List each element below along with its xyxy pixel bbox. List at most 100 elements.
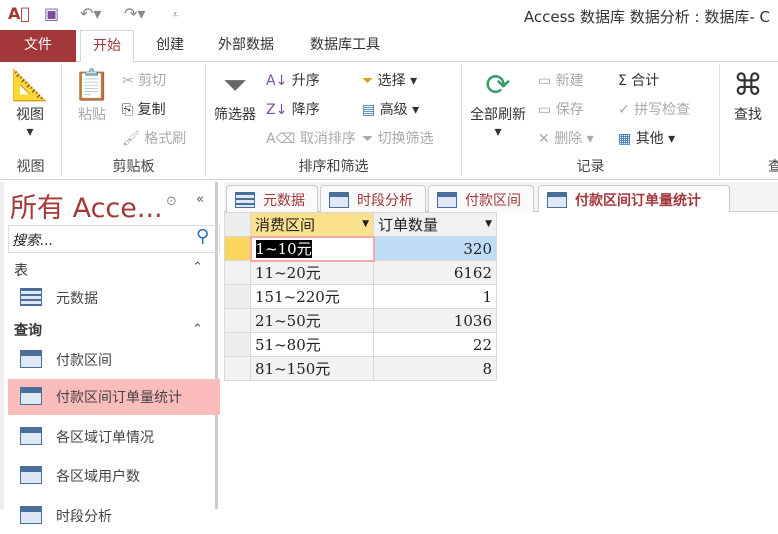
filter-label: 筛选器 xyxy=(214,107,256,123)
cell[interactable]: 8 xyxy=(373,356,497,381)
section-label: 表 xyxy=(14,263,28,279)
tab-home[interactable]: 开始 xyxy=(80,30,134,63)
tab-external-data[interactable]: 外部数据 xyxy=(206,30,286,62)
delete-button[interactable]: ✕ 删除 ▾ xyxy=(538,128,594,148)
cell[interactable]: 51~80元 xyxy=(250,332,374,357)
find-button[interactable]: ⌘ 查找 xyxy=(726,68,770,124)
cell[interactable]: 1036 xyxy=(373,308,497,333)
select-all-corner[interactable] xyxy=(224,212,251,237)
query-icon xyxy=(437,192,457,208)
sort-desc-label: 降序 xyxy=(291,102,320,118)
row-selector[interactable] xyxy=(224,356,251,381)
group-records: ⟳ 全部刷新 ▾ ▭ 新建 ▭ 保存 ✕ 删除 ▾ Σ 合计 ✓ 拼写检查 ▦ 其他… xyxy=(462,64,720,176)
clear-sort-icon: A⌫ xyxy=(266,131,300,147)
table-icon xyxy=(235,192,255,208)
collapse-section-icon[interactable]: ⌃ xyxy=(192,322,203,337)
doc-tab-shiduan[interactable]: 时段分析 xyxy=(320,185,426,212)
cell[interactable]: 11~20元 xyxy=(250,260,374,285)
copy-button[interactable]: ⎘ 复制 xyxy=(122,99,166,119)
section-tables[interactable]: 表 xyxy=(14,260,28,280)
sort-ascending-button[interactable]: A↓ 升序 xyxy=(266,70,320,90)
spelling-button[interactable]: ✓ 拼写检查 xyxy=(618,99,690,119)
save-icon[interactable]: ▣ xyxy=(44,4,59,23)
format-painter-button[interactable]: 🖌 格式刷 xyxy=(122,128,186,148)
selection-button[interactable]: ⏷ 选择 ▾ xyxy=(362,70,417,90)
row-selector[interactable] xyxy=(224,308,251,333)
cell[interactable]: 151~220元 xyxy=(250,284,374,309)
save-record-icon: ▭ xyxy=(538,102,556,118)
tab-label: 元数据 xyxy=(263,193,305,209)
nav-menu-icon[interactable]: ⊙ xyxy=(166,194,177,209)
nav-pane-title[interactable]: 所有 Acce... xyxy=(10,186,163,225)
collapse-section-icon[interactable]: ⌃ xyxy=(192,260,203,275)
cell[interactable]: 22 xyxy=(373,332,497,357)
format-painter-label: 格式刷 xyxy=(144,131,187,147)
more-label: 其他 xyxy=(635,131,664,147)
cut-button[interactable]: ✂ 剪切 xyxy=(122,70,166,90)
save-record-button[interactable]: ▭ 保存 xyxy=(538,99,584,119)
group-find: ⌘ 查找 查 xyxy=(720,64,778,176)
query-icon xyxy=(20,387,42,405)
cell[interactable]: 6162 xyxy=(373,260,497,285)
datasheet-table: 消费区间 ▼ 订单数量 ▼ 1~10元 320 11~20元 6162 151~220元… xyxy=(224,212,497,381)
row-selector[interactable] xyxy=(224,260,251,285)
cell[interactable]: 1~10元 xyxy=(249,235,375,262)
query-icon xyxy=(20,466,42,484)
view-label: 视图 xyxy=(16,107,44,123)
paste-button[interactable]: 📋 粘贴 xyxy=(70,68,114,124)
cell[interactable]: 21~50元 xyxy=(250,308,374,333)
view-button[interactable]: 📐 视图 ▾ xyxy=(8,68,52,140)
section-label: 查询 xyxy=(14,323,42,339)
column-header[interactable]: 订单数量 ▼ xyxy=(373,212,497,237)
copy-icon: ⎘ xyxy=(122,102,138,118)
doc-tab-active[interactable]: 付款区间订单量统计 xyxy=(538,185,730,212)
window-title: Access 数据库 数据分析 : 数据库- C xyxy=(523,8,770,26)
tab-label: 付款区间 xyxy=(465,193,521,209)
nav-item-query[interactable]: 各区域用户数 xyxy=(8,458,220,494)
funnel-icon: ⏷ xyxy=(223,68,247,103)
cell[interactable]: 1 xyxy=(373,284,497,309)
column-header[interactable]: 消费区间 ▼ xyxy=(250,212,374,237)
collapse-pane-icon[interactable]: « xyxy=(196,192,204,207)
cell[interactable]: 320 xyxy=(373,236,497,261)
row-selector[interactable] xyxy=(224,332,251,357)
nav-item-query-selected[interactable]: 付款区间订单量统计 xyxy=(8,379,220,415)
cell[interactable]: 81~150元 xyxy=(250,356,374,381)
nav-item-query[interactable]: 时段分析 xyxy=(8,498,220,534)
dropdown-arrow-icon[interactable]: ▼ xyxy=(362,219,369,229)
sort-descending-button[interactable]: Z↓ 降序 xyxy=(266,99,320,119)
column-label: 消费区间 xyxy=(255,215,316,234)
dropdown-arrow-icon[interactable]: ▼ xyxy=(485,219,492,229)
doc-tab-fukuan[interactable]: 付款区间 xyxy=(428,185,534,212)
doc-tab-yuanshuju[interactable]: 元数据 xyxy=(226,185,318,212)
nav-item-query[interactable]: 付款区间 xyxy=(8,342,220,378)
nav-item-yuanshuju[interactable]: 元数据 xyxy=(8,280,220,316)
tab-database-tools[interactable]: 数据库工具 xyxy=(298,30,392,62)
clear-sort-label: 取消排序 xyxy=(299,131,356,147)
row-selector[interactable] xyxy=(224,236,251,261)
redo-icon[interactable]: ↷▾ xyxy=(124,4,145,23)
tab-file[interactable]: 文件 xyxy=(0,30,76,62)
refresh-all-button[interactable]: ⟳ 全部刷新 ▾ xyxy=(466,68,530,140)
delete-icon: ✕ xyxy=(538,131,555,147)
group-label: 查 xyxy=(768,159,778,175)
row-selector[interactable] xyxy=(224,284,251,309)
section-queries[interactable]: 查询 xyxy=(14,320,42,340)
undo-icon[interactable]: ↶▾ xyxy=(80,4,101,23)
filter-button[interactable]: ⏷ 筛选器 xyxy=(210,68,260,124)
new-record-button[interactable]: ▭ 新建 xyxy=(538,70,584,90)
new-record-icon: ▭ xyxy=(538,73,556,89)
customize-qat-icon[interactable]: ⩡ xyxy=(172,8,178,22)
more-button[interactable]: ▦ 其他 ▾ xyxy=(618,128,675,148)
nav-search-input[interactable]: 搜索... xyxy=(8,225,220,253)
item-label: 付款区间订单量统计 xyxy=(56,390,182,406)
group-label: 排序和筛选 xyxy=(298,159,369,175)
group-label: 视图 xyxy=(16,159,45,175)
tab-create[interactable]: 创建 xyxy=(144,30,196,62)
clear-sort-button[interactable]: A⌫ 取消排序 xyxy=(266,128,356,148)
nav-item-query[interactable]: 各区域订单情况 xyxy=(8,419,220,455)
totals-button[interactable]: Σ 合计 xyxy=(618,70,659,90)
search-icon[interactable]: ⚲ xyxy=(196,226,209,247)
advanced-button[interactable]: ▤ 高级 ▾ xyxy=(362,99,419,119)
toggle-filter-button[interactable]: ⏷ 切换筛选 xyxy=(362,128,434,148)
